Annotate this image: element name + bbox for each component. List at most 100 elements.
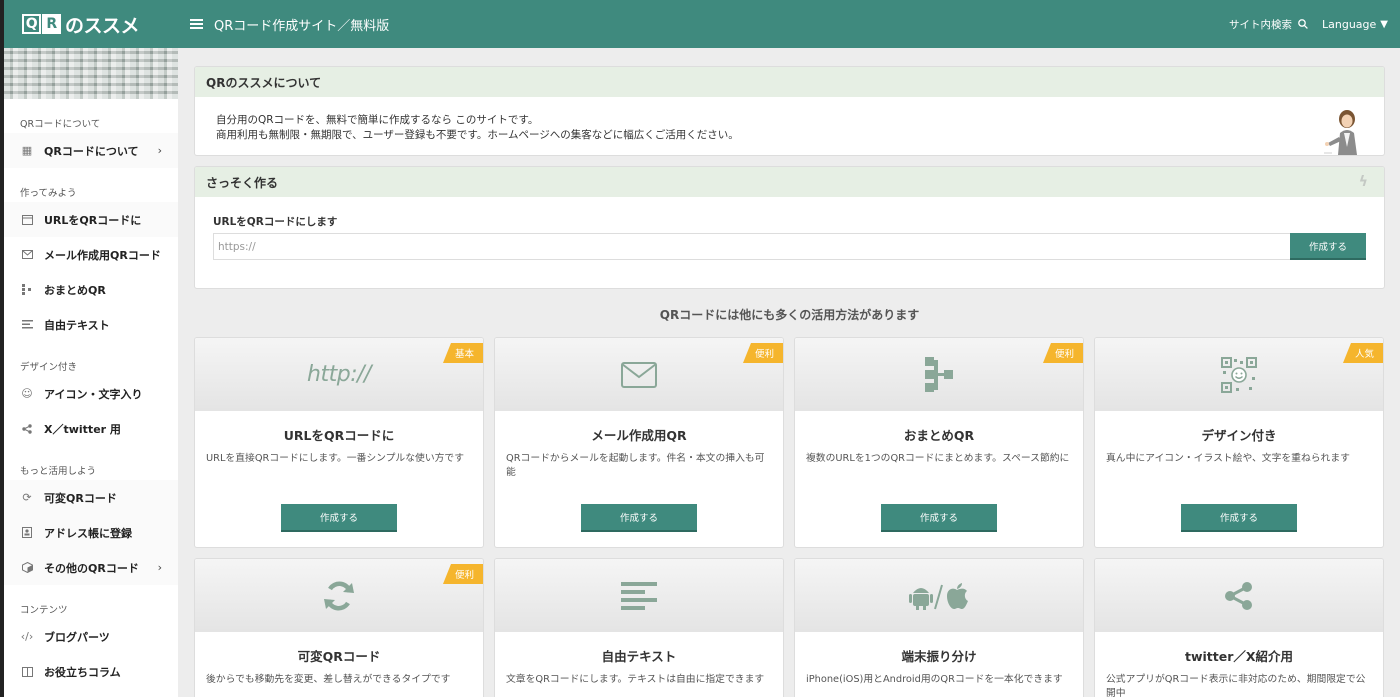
box-icon [21,562,33,574]
card-device: 端末振り分け iPhone(iOS)用とAndroid用のQRコードを一本化でき… [794,558,1084,697]
bolt-icon: ϟ [1358,174,1368,190]
site-search-button[interactable]: サイト内検索 [1229,17,1308,32]
logo-text: のススメ [65,14,140,37]
sidebar-item-url[interactable]: URLをQRコードに [4,202,178,237]
chevron-right-icon: › [157,561,162,574]
sidebar-item-label: QRコードについて [44,144,139,158]
card-badge: 基本 [442,343,483,363]
card-description: 複数のURLを1つのQRコードにまとめます。スペース節約に [806,453,1070,464]
card-title: メール作成用QR [591,428,687,443]
menu-icon[interactable] [190,19,203,29]
card-omatome: 便利 おまとめQR 複数のURLを1つのQRコードにまとめます。スペース節約に … [794,337,1084,548]
card-title: おまとめQR [903,428,975,443]
sidebar-item-label: メール作成用QRコード [44,248,161,262]
mail-icon [621,361,657,388]
about-line-1: 自分用のQRコードを、無料で簡単に作成するなら このサイトです。 [216,114,539,126]
sidebar-item-label: ブログパーツ [44,630,110,644]
code-icon: ‹/› [20,630,34,643]
card-badge: 便利 [442,564,483,584]
header-bar: QRコード作成サイト／無料版 サイト内検索 Language ▼ [178,0,1400,48]
sidebar-section-label: もっと活用しよう [20,466,97,477]
sidebar-item-twitter[interactable]: X／twitter 用 [4,411,178,446]
card-title: URLをQRコードに [283,428,395,443]
sidebar-item-icon-text[interactable]: ☺ アイコン・文字入り [4,376,178,411]
refresh-icon [324,581,354,610]
card-badge: 便利 [1042,343,1083,363]
android-apple-icon [909,582,968,610]
caret-down-icon: ▼ [1380,18,1388,30]
card-description: 文章をQRコードにします。テキストは自由に指定できます [506,674,765,685]
page-title: QRコード作成サイト／無料版 [214,18,390,34]
card-title: デザイン付き [1201,428,1277,443]
site-search-label: サイト内検索 [1229,18,1292,31]
card-title: twitter／X紹介用 [1184,649,1294,664]
card-mail: 便利 メール作成用QR QRコードからメールを起動します。件名・本文の挿入も可能… [494,337,784,548]
logo-r: R [42,14,61,34]
card-twitter: twitter／X紹介用 公式アプリがQRコード表示に非対応のため、期間限定で公… [1094,558,1384,697]
about-title: QRのススメについて [195,67,1384,97]
sidebar-item-other[interactable]: その他のQRコード › [4,550,178,585]
sidebar-item-label: おまとめQR [44,283,106,297]
sidebar-item-text[interactable]: 自由テキスト [4,307,178,342]
create-button[interactable]: 作成する [1290,233,1366,260]
address-book-icon [21,527,33,539]
refresh-icon: ⟳ [22,491,32,504]
card-description: QRコードからメールを起動します。件名・本文の挿入も可能 [506,453,765,478]
card-create-button[interactable]: 作成する [581,504,697,532]
logo-bar: Q R のススメ [4,0,178,48]
qr-icon: ▦ [21,144,33,157]
card-description: 公式アプリがQRコード表示に非対応のため、期間限定で公開中 [1106,674,1366,697]
card-badge: 人気 [1342,343,1383,363]
sidebar-item-blog[interactable]: ‹/› ブログパーツ [4,619,178,654]
quick-create-panel: さっそく作る ϟ URLをQRコードにします https:// 作成する [194,166,1385,289]
card-title: 可変QRコード [297,649,381,664]
sidebar-section-label: QRコードについて [20,119,101,130]
card-title: 端末振り分け [901,649,977,664]
sidebar-item-label: その他のQRコード [44,561,139,575]
chevron-right-icon: › [157,144,162,157]
text-icon [621,581,657,610]
card-description: URLを直接QRコードにします。一番シンプルな使い方です [206,453,465,464]
sidebar-item-mail[interactable]: メール作成用QRコード [4,237,178,272]
sidebar-section-label: デザイン付き [20,362,78,373]
sidebar-item-address[interactable]: アドレス帳に登録 [4,515,178,550]
card-badge: 便利 [742,343,783,363]
sidebar-item-label: URLをQRコードに [44,213,142,227]
url-input-label: URLをQRコードにします [213,216,338,228]
card-title: 自由テキスト [601,649,677,664]
sidebar-item-label: X／twitter 用 [44,422,121,436]
card-create-button[interactable]: 作成する [281,504,397,532]
more-uses-heading: QRコードには他にも多くの活用方法があります [659,308,920,322]
mail-icon [21,249,33,261]
column-icon [21,666,33,678]
card-description: iPhone(iOS)用とAndroid用のQRコードを一本化できます [806,674,1063,685]
site-logo[interactable]: Q R のススメ [22,11,140,38]
sidebar-item-qr-about[interactable]: ▦ QRコードについて › [4,133,178,168]
sidebar-item-column[interactable]: お役立ちコラム [4,654,178,689]
share-icon [1225,581,1252,610]
quick-create-title: さっそく作る ϟ [195,167,1384,197]
about-panel: QRのススメについて 自分用のQRコードを、無料で簡単に作成するなら このサイト… [194,66,1385,156]
sitemap-icon [925,356,953,392]
qr-banner-image [4,48,178,99]
sidebar-item-label: 可変QRコード [44,491,117,505]
card-create-button[interactable]: 作成する [881,504,997,532]
sidebar-item-label: アイコン・文字入り [44,387,143,401]
card-dynamic: 便利 可変QRコード 後からでも移動先を変更、差し替えができるタイプです [194,558,484,697]
sidebar-section-label: コンテンツ [20,605,68,616]
card-create-button[interactable]: 作成する [1181,504,1297,532]
language-selector[interactable]: Language ▼ [1322,18,1388,31]
http-icon: http:// [307,362,371,387]
smile-icon: ☺ [21,387,33,400]
card-design: 人気 デザイン付き 真ん中にアイコン・イラスト絵や、文字を重ねられます 作成する [1094,337,1384,548]
card-url: http:// 基本 URLをQRコードに URLを直接QRコードにします。一番シ… [194,337,484,548]
sitemap-icon [21,284,33,296]
sidebar-item-label: アドレス帳に登録 [44,526,132,540]
url-input[interactable]: https:// [213,233,1290,260]
sidebar-item-label: 自由テキスト [44,318,110,332]
quick-create-title-text: さっそく作る [206,175,279,190]
language-label: Language [1322,17,1377,31]
card-description: 後からでも移動先を変更、差し替えができるタイプです [206,674,451,685]
sidebar-item-dynamic[interactable]: ⟳ 可変QRコード [4,480,178,515]
sidebar-item-omatome[interactable]: おまとめQR [4,272,178,307]
